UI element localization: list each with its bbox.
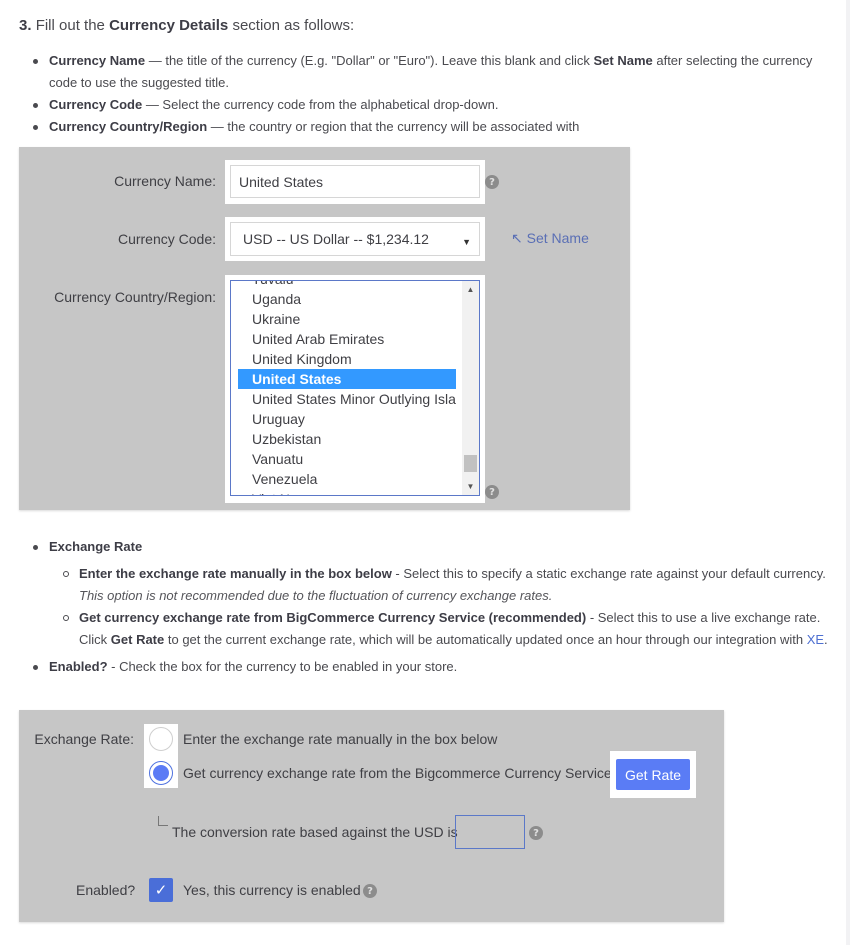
note: This option is not recommended due to th… [79, 588, 553, 603]
currency-code-value: USD -- US Dollar -- $1,234.12 [243, 231, 429, 247]
list-item: Enabled? - Check the box for the currenc… [33, 656, 833, 678]
currency-code-label: Currency Code: [117, 231, 216, 247]
term: Enabled? [49, 659, 108, 674]
list-item: Exchange Rate Enter the exchange rate ma… [33, 536, 833, 651]
list-item: Currency Country/Region — the country or… [33, 116, 823, 138]
listbox-option[interactable]: United Kingdom [238, 349, 456, 369]
list-item: Currency Name — the title of the currenc… [33, 50, 823, 94]
listbox-option[interactable]: Venezuela [238, 469, 456, 489]
currency-name-input[interactable]: United States [230, 165, 480, 198]
listbox-option[interactable]: United Arab Emirates [238, 329, 456, 349]
check-icon: ✓ [154, 881, 168, 899]
exchange-rate-title: Exchange Rate [49, 539, 143, 554]
term: Currency Country/Region [49, 119, 208, 134]
chevron-down-icon: ▼ [462, 237, 471, 247]
desc: - Select this to specify a static exchan… [391, 566, 826, 581]
currency-name-label: Currency Name: [114, 173, 216, 189]
term: Enter the exchange rate manually in the … [79, 566, 392, 581]
listbox-option[interactable]: Viet Nam [238, 489, 456, 495]
term: Currency Name [49, 53, 146, 68]
field-description-list: Currency Name — the title of the currenc… [33, 50, 823, 138]
radio-service[interactable] [149, 761, 173, 785]
listbox-option[interactable]: Tuvalu [238, 281, 456, 289]
scroll-up-icon[interactable]: ▲ [462, 281, 479, 298]
conversion-rate-input[interactable] [455, 815, 525, 849]
enabled-checkbox[interactable]: ✓ [149, 878, 173, 902]
set-name-link[interactable]: ↖ Set Name [511, 230, 589, 247]
help-icon[interactable]: ? [363, 884, 377, 898]
get-rate-button[interactable]: Get Rate [616, 759, 690, 790]
listbox-option[interactable]: Vanuatu [238, 449, 456, 469]
page-scroll-edge [846, 0, 850, 945]
listbox-option[interactable]: Uganda [238, 289, 456, 309]
help-icon[interactable]: ? [529, 826, 543, 840]
step-heading: 3. Fill out the Currency Details section… [19, 17, 354, 34]
currency-code-select[interactable]: USD -- US Dollar -- $1,234.12 ▼ [230, 222, 480, 256]
listbox-option[interactable]: Uruguay [238, 409, 456, 429]
xe-link[interactable]: XE [807, 632, 824, 647]
radio-manual-label[interactable]: Enter the exchange rate manually in the … [183, 731, 497, 747]
country-region-listbox[interactable]: Tuvalu Uganda Ukraine United Arab Emirat… [230, 280, 480, 496]
exchange-options-list: Enter the exchange rate manually in the … [63, 563, 833, 651]
exchange-rate-label: Exchange Rate: [34, 731, 134, 747]
listbox-option-selected[interactable]: United States [238, 369, 456, 389]
term: Currency Code [49, 97, 143, 112]
listbox-option[interactable]: Uzbekistan [238, 429, 456, 449]
enabled-label: Enabled? [76, 882, 136, 898]
desc: to get the current exchange rate, which … [164, 632, 807, 647]
desc: — the country or region that the currenc… [207, 119, 580, 134]
radio-service-label[interactable]: Get currency exchange rate from the Bigc… [183, 765, 612, 781]
enabled-text[interactable]: Yes, this currency is enabled [183, 882, 361, 898]
term: Set Name [593, 53, 653, 68]
desc: — Select the currency code from the alph… [142, 97, 499, 112]
list-item: Enter the exchange rate manually in the … [63, 563, 833, 607]
list-item: Currency Code — Select the currency code… [33, 94, 823, 116]
help-icon[interactable]: ? [485, 175, 499, 189]
desc: — the title of the currency (E.g. "Dolla… [145, 53, 594, 68]
conversion-rate-label: The conversion rate based against the US… [172, 824, 458, 840]
term: Get currency exchange rate from BigComme… [79, 610, 587, 625]
radio-manual[interactable] [149, 727, 173, 751]
step-number: 3. [19, 17, 32, 34]
term: Get Rate [110, 632, 165, 647]
step-text: Fill out the [35, 17, 105, 34]
scroll-down-icon[interactable]: ▼ [462, 478, 479, 495]
tree-connector [158, 816, 168, 826]
step-text-after: section as follows: [232, 17, 355, 34]
exchange-description-list: Exchange Rate Enter the exchange rate ma… [33, 536, 833, 678]
listbox-option[interactable]: Ukraine [238, 309, 456, 329]
desc: - Check the box for the currency to be e… [107, 659, 458, 674]
listbox-option[interactable]: United States Minor Outlying Islands [238, 389, 456, 409]
desc: . [824, 632, 828, 647]
help-icon[interactable]: ? [485, 485, 499, 499]
country-region-label: Currency Country/Region: [54, 289, 216, 305]
list-item: Get currency exchange rate from BigComme… [63, 607, 833, 651]
listbox-scrollbar[interactable]: ▲ ▼ [462, 281, 479, 495]
scroll-thumb[interactable] [464, 455, 477, 472]
step-bold: Currency Details [109, 17, 229, 34]
